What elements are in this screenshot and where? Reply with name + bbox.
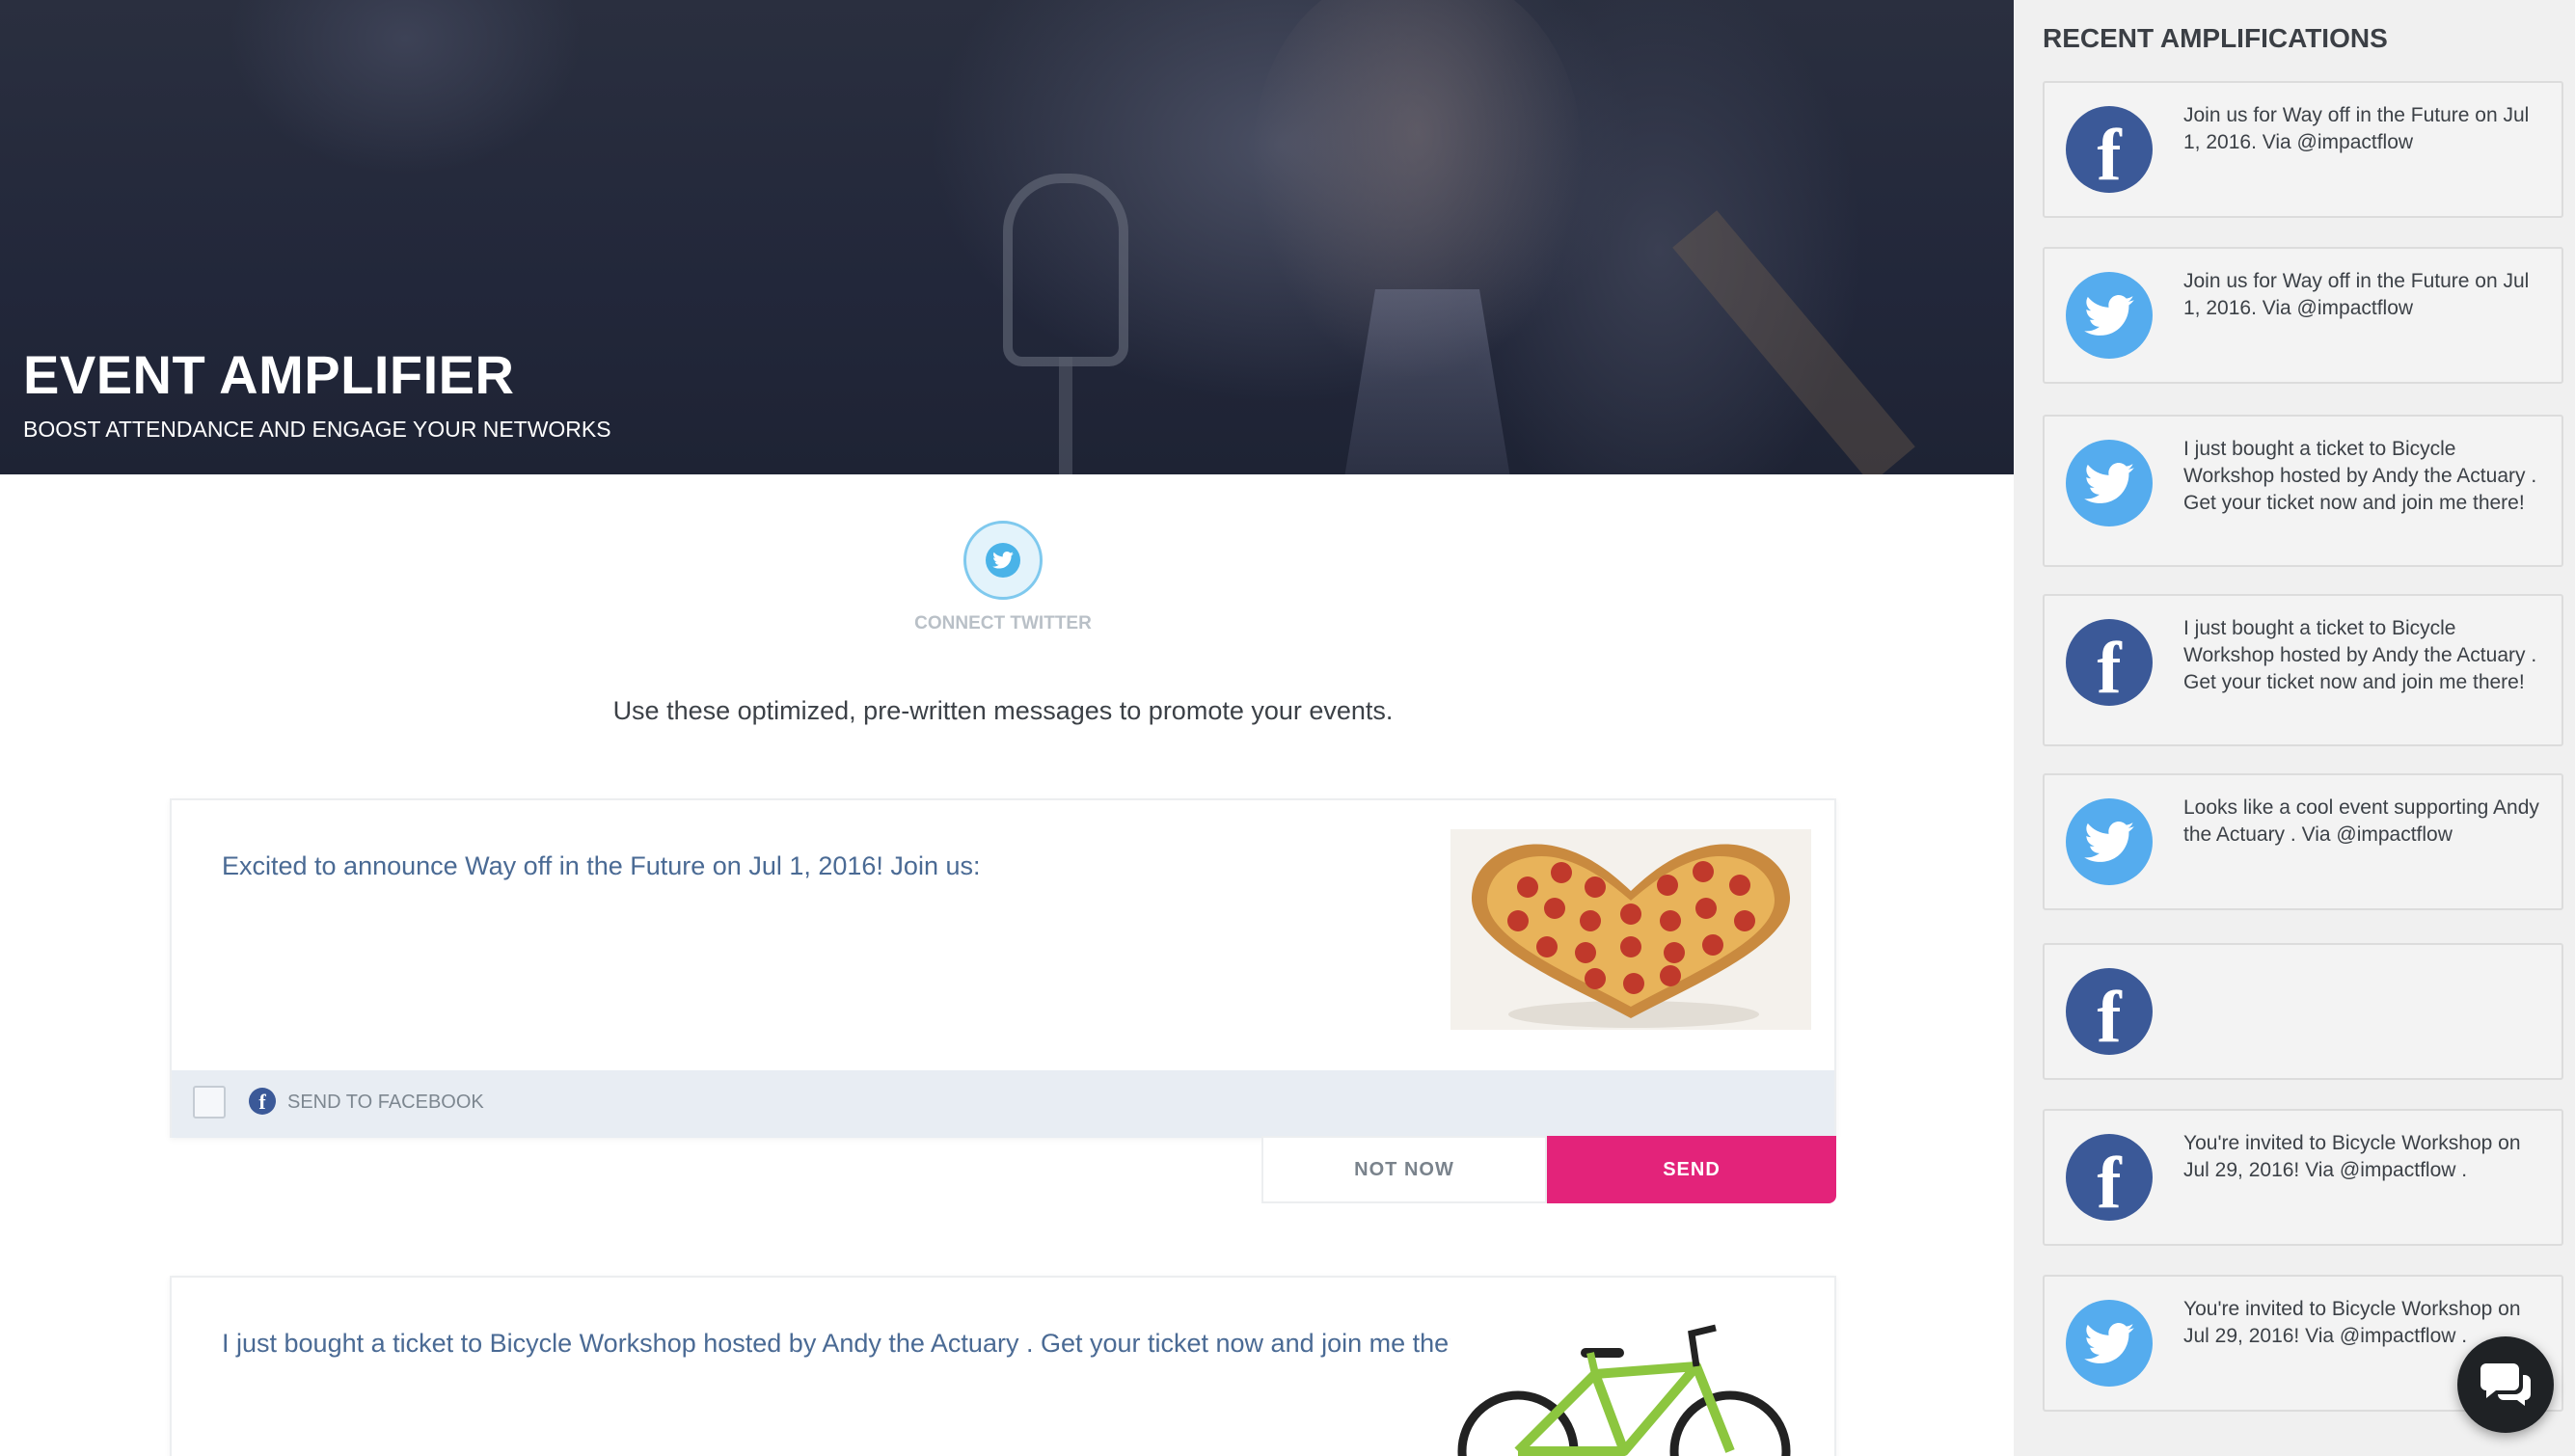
amplification-text: I just bought a ticket to Bicycle Worksh… xyxy=(2183,617,2537,693)
facebook-icon: f xyxy=(2066,1134,2153,1224)
page-subtitle: BOOST ATTENDANCE AND ENGAGE YOUR NETWORK… xyxy=(23,417,611,442)
amplification-item[interactable]: f xyxy=(2043,943,2563,1080)
intro-text: Use these optimized, pre-written message… xyxy=(612,696,1394,725)
recent-amplifications-sidebar: RECENT AMPLIFICATIONS f Join us for Way … xyxy=(2014,0,2575,1456)
message-card: Excited to announce Way off in the Futur… xyxy=(170,798,1836,1138)
send-to-facebook-label: SEND TO FACEBOOK xyxy=(287,1092,484,1113)
chat-icon xyxy=(2479,1360,2533,1411)
connect-twitter-label: CONNECT TWITTER xyxy=(914,613,1092,634)
amplification-text: You're invited to Bicycle Workshop on Ju… xyxy=(2183,1132,2521,1181)
amplification-item[interactable]: Join us for Way off in the Future on Jul… xyxy=(2043,247,2563,384)
twitter-icon xyxy=(2066,798,2153,885)
amplification-text: Looks like a cool event supporting Andy … xyxy=(2183,796,2539,846)
message-text[interactable]: I just bought a ticket to Bicycle Worksh… xyxy=(222,1326,1495,1361)
send-button[interactable]: SEND xyxy=(1547,1136,1836,1203)
facebook-icon: f xyxy=(2066,968,2153,1058)
twitter-icon xyxy=(2066,272,2153,359)
microphone-stand-image xyxy=(1059,357,1072,474)
not-now-button[interactable]: NOT NOW xyxy=(1261,1136,1547,1203)
twitter-icon xyxy=(2066,1300,2153,1387)
amplification-item[interactable]: I just bought a ticket to Bicycle Worksh… xyxy=(2043,415,2563,567)
bicycle-image xyxy=(1450,1307,1811,1456)
chat-widget-button[interactable] xyxy=(2457,1336,2554,1433)
facebook-icon: f xyxy=(2066,619,2153,709)
guitar-neck-image xyxy=(1672,210,1915,474)
facebook-icon: f xyxy=(249,1088,276,1115)
send-to-facebook-checkbox[interactable] xyxy=(193,1086,226,1119)
facebook-icon: f xyxy=(2066,106,2153,196)
twitter-icon xyxy=(2066,440,2153,526)
connect-twitter-button[interactable]: CONNECT TWITTER xyxy=(907,521,1099,634)
heart-pizza-image xyxy=(1450,829,1811,1030)
amplification-text: Join us for Way off in the Future on Jul… xyxy=(2183,104,2530,153)
message-card: I just bought a ticket to Bicycle Worksh… xyxy=(170,1276,1836,1456)
amplification-item[interactable]: Looks like a cool event supporting Andy … xyxy=(2043,773,2563,910)
microphone-image xyxy=(1003,174,1128,366)
amplification-text: I just bought a ticket to Bicycle Worksh… xyxy=(2183,438,2537,514)
twitter-icon xyxy=(986,543,1020,578)
amplification-item[interactable]: f I just bought a ticket to Bicycle Work… xyxy=(2043,594,2563,746)
message-text[interactable]: Excited to announce Way off in the Futur… xyxy=(222,849,1495,883)
amplification-item[interactable]: f You're invited to Bicycle Workshop on … xyxy=(2043,1109,2563,1246)
page-title: EVENT AMPLIFIER xyxy=(23,344,515,405)
connect-twitter-ring xyxy=(963,521,1043,600)
amplification-text: Join us for Way off in the Future on Jul… xyxy=(2183,270,2530,319)
send-to-facebook-row: f SEND TO FACEBOOK xyxy=(172,1070,1834,1138)
hero-banner: EVENT AMPLIFIER BOOST ATTENDANCE AND ENG… xyxy=(0,0,2014,474)
sidebar-title: RECENT AMPLIFICATIONS xyxy=(2043,23,2388,53)
amplification-item[interactable]: f Join us for Way off in the Future on J… xyxy=(2043,81,2563,218)
